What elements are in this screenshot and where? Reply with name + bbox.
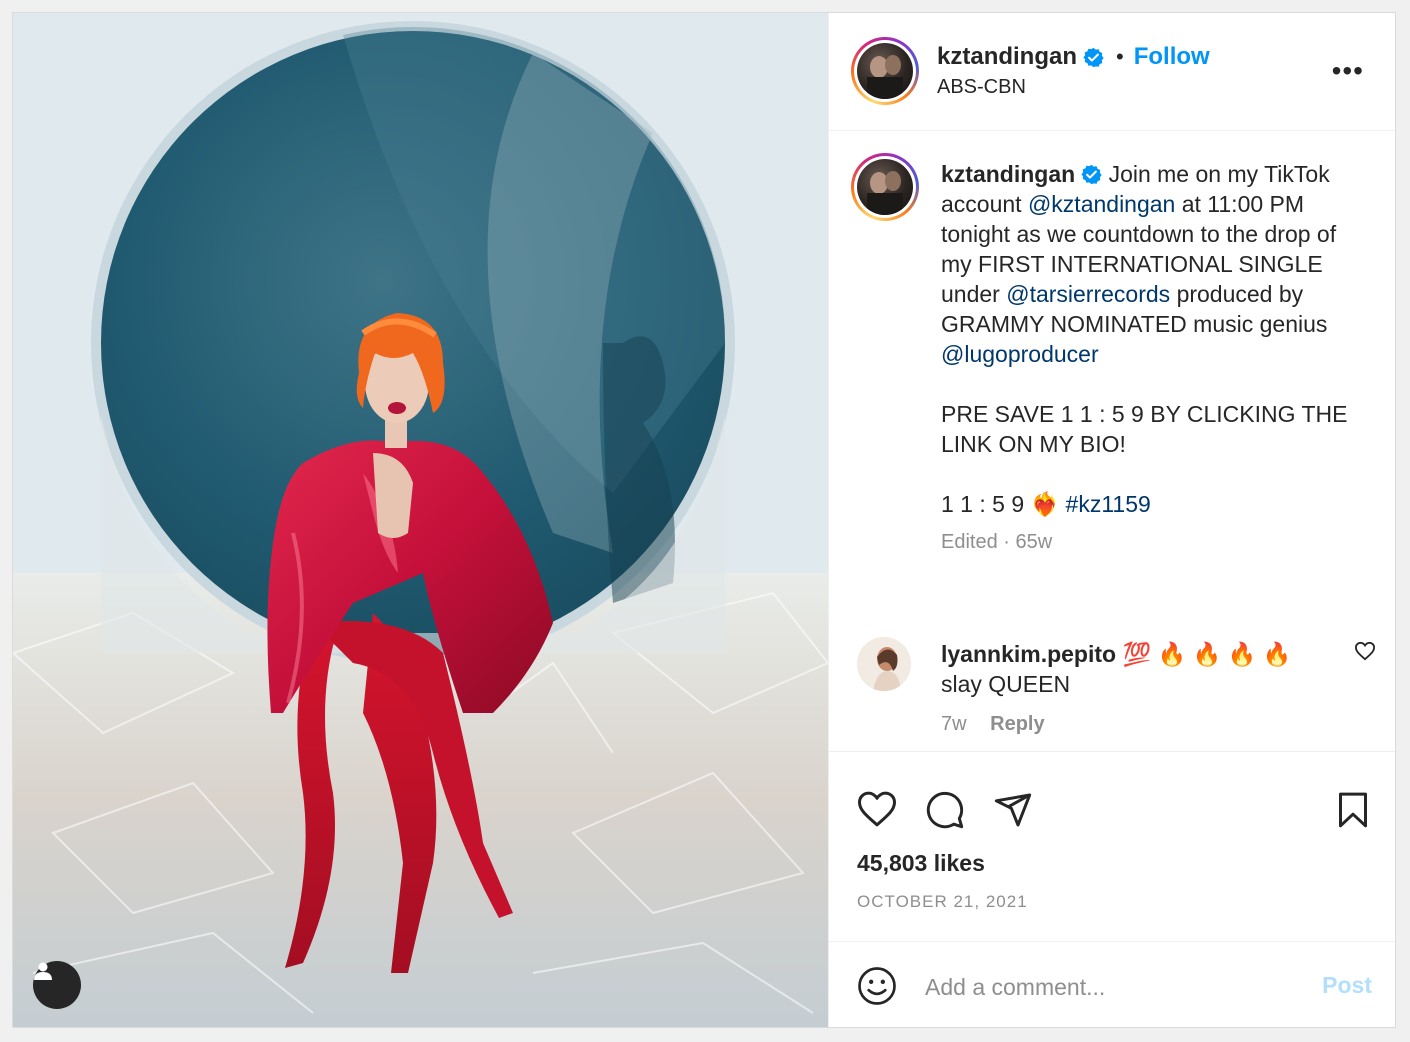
comment-input[interactable] bbox=[923, 966, 1297, 1008]
reply-button[interactable]: Reply bbox=[990, 713, 1044, 735]
comment-username[interactable]: lyannkim.pepito bbox=[941, 641, 1116, 667]
photo-artwork bbox=[13, 13, 828, 1027]
verified-icon bbox=[1083, 47, 1104, 67]
comment-emojis: 💯 🔥 🔥 🔥 🔥 bbox=[1122, 641, 1292, 667]
comment-icon[interactable] bbox=[925, 790, 965, 830]
post-header: kztandingan • Follow ABS-CBN ••• bbox=[829, 13, 1395, 131]
post-details: kztandingan • Follow ABS-CBN ••• kztandi… bbox=[828, 13, 1395, 1027]
post-comment-button[interactable]: Post bbox=[1322, 972, 1372, 999]
mention-link[interactable]: @lugoproducer bbox=[941, 341, 1099, 367]
caption-time: 1 1 : 5 9 bbox=[941, 491, 1025, 517]
mention-link[interactable]: @kztandingan bbox=[1028, 191, 1175, 217]
caption-avatar[interactable] bbox=[851, 153, 919, 221]
likes-count[interactable]: 45,803 likes bbox=[857, 850, 985, 877]
avatar-image bbox=[867, 55, 903, 99]
comment-item: lyannkim.pepito 💯 🔥 🔥 🔥 🔥 slay QUEEN 7w … bbox=[941, 639, 1341, 739]
avatar-image bbox=[867, 171, 903, 215]
separator-dot: • bbox=[1116, 44, 1124, 69]
comments-section: kztandingan Join me on my TikTok account… bbox=[829, 131, 1395, 751]
post-caption: kztandingan Join me on my TikTok account… bbox=[941, 159, 1361, 557]
post-photo[interactable] bbox=[13, 13, 828, 1027]
post-date: OCTOBER 21, 2021 bbox=[857, 892, 1028, 911]
header-username[interactable]: kztandingan bbox=[937, 43, 1077, 71]
caption-presave: PRE SAVE 1 1 : 5 9 BY CLICKING THE LINK … bbox=[941, 401, 1348, 457]
comment-meta: 7w Reply bbox=[941, 709, 1341, 739]
verified-icon bbox=[1081, 164, 1102, 185]
more-options-icon[interactable]: ••• bbox=[1332, 57, 1364, 85]
action-bar: 45,803 likes OCTOBER 21, 2021 bbox=[829, 751, 1395, 941]
add-comment-bar: Post bbox=[829, 941, 1395, 1027]
emoji-icon[interactable] bbox=[857, 966, 897, 1006]
user-tag-icon bbox=[34, 962, 52, 980]
bookmark-icon[interactable] bbox=[1333, 790, 1373, 830]
follow-button[interactable]: Follow bbox=[1134, 43, 1210, 71]
comment-like-button[interactable] bbox=[1354, 641, 1376, 666]
user-tag-button[interactable] bbox=[33, 961, 81, 1009]
comment-text: slay QUEEN bbox=[941, 671, 1071, 697]
avatar-image bbox=[857, 637, 911, 691]
caption-username[interactable]: kztandingan bbox=[941, 161, 1075, 187]
caption-edited: Edited · 65w bbox=[941, 531, 1053, 553]
author-avatar[interactable] bbox=[851, 37, 919, 105]
share-icon[interactable] bbox=[993, 790, 1033, 830]
caption-time-line: 1 1 : 5 9 ❤️‍🔥 #kz1159 bbox=[941, 489, 1361, 519]
hashtag-link[interactable]: #kz1159 bbox=[1066, 491, 1151, 517]
small-heart-icon bbox=[1354, 641, 1376, 661]
post-location[interactable]: ABS-CBN bbox=[937, 76, 1026, 99]
post-card: kztandingan • Follow ABS-CBN ••• kztandi… bbox=[12, 12, 1396, 1028]
heart-icon[interactable] bbox=[857, 790, 897, 828]
heart-on-fire-emoji: ❤️‍🔥 bbox=[1030, 491, 1060, 517]
comment-age: 7w bbox=[941, 713, 967, 735]
mention-link[interactable]: @tarsierrecords bbox=[1006, 281, 1170, 307]
header-user-row: kztandingan • Follow bbox=[937, 43, 1210, 71]
commenter-avatar[interactable] bbox=[857, 637, 911, 691]
